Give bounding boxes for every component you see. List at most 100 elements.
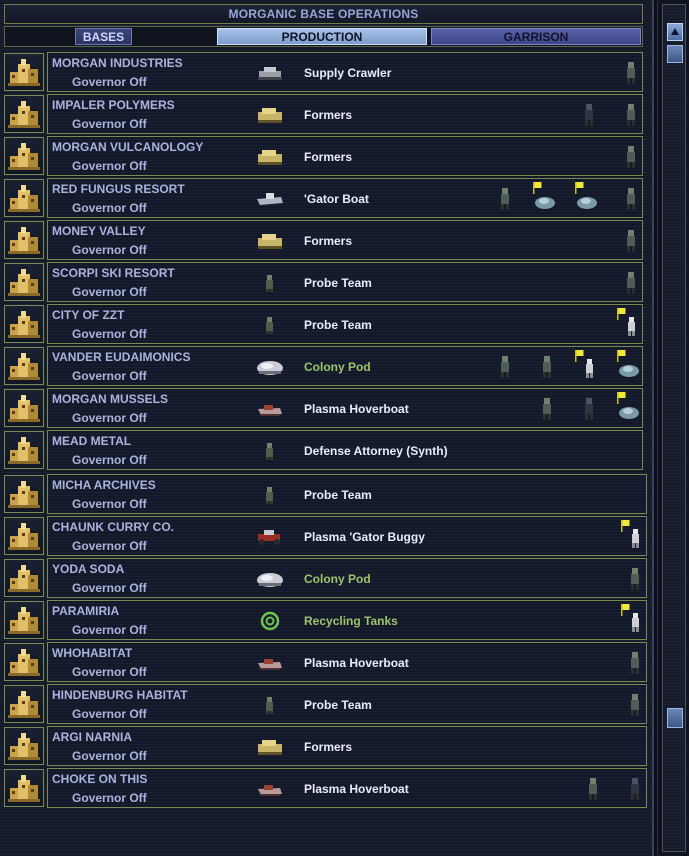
base-icon[interactable] <box>4 517 44 555</box>
base-icon[interactable] <box>4 305 44 343</box>
garrison-unit-icon[interactable] <box>624 145 638 169</box>
base-row-panel[interactable]: HINDENBURG HABITAT Governor Off Probe Team <box>47 684 647 724</box>
production-item[interactable]: Colony Pod <box>304 572 371 586</box>
base-icon[interactable] <box>4 559 44 597</box>
base-icon[interactable] <box>4 263 44 301</box>
base-icon[interactable] <box>4 685 44 723</box>
base-row[interactable]: YODA SODA Governor Off Colony Pod <box>4 558 647 598</box>
base-icon[interactable] <box>4 179 44 217</box>
base-row-panel[interactable]: PARAMIRIA Governor Off Recycling Tanks <box>47 600 647 640</box>
governor-status[interactable]: Governor Off <box>72 243 147 257</box>
base-icon[interactable] <box>4 643 44 681</box>
base-row-panel[interactable]: RED FUNGUS RESORT Governor Off 'Gator Boat <box>47 178 643 218</box>
base-icon[interactable] <box>4 727 44 765</box>
garrison-unit-icon[interactable] <box>618 519 642 549</box>
base-icon[interactable] <box>4 53 44 91</box>
garrison-unit-icon[interactable] <box>624 271 638 295</box>
garrison-unit-icon[interactable] <box>498 187 512 211</box>
base-row[interactable]: MORGAN MUSSELS Governor Off Plasma Hoverbo… <box>4 388 643 428</box>
production-item[interactable]: Colony Pod <box>304 360 371 374</box>
base-row-panel[interactable]: VANDER EUDAIMONICS Governor Off Colony Pod <box>47 346 643 386</box>
scroll-thumb[interactable] <box>667 708 683 728</box>
base-row-panel[interactable]: MICHA ARCHIVES Governor Off Probe Team <box>47 474 647 514</box>
garrison-unit-icon[interactable] <box>572 349 596 379</box>
base-row[interactable]: WHOHABITAT Governor Off Plasma Hoverboat <box>4 642 647 682</box>
base-row-panel[interactable]: MONEY VALLEY Governor Off Formers <box>47 220 643 260</box>
governor-status[interactable]: Governor Off <box>72 201 147 215</box>
base-row-panel[interactable]: CHOKE ON THIS Governor Off Plasma Hoverboa… <box>47 768 647 808</box>
governor-status[interactable]: Governor Off <box>72 453 147 467</box>
base-row-panel[interactable]: MORGAN INDUSTRIES Governor Off Supply Craw… <box>47 52 643 92</box>
production-item[interactable]: Formers <box>304 150 352 164</box>
base-row[interactable]: MONEY VALLEY Governor Off Formers <box>4 220 643 260</box>
base-icon[interactable] <box>4 137 44 175</box>
governor-status[interactable]: Governor Off <box>72 791 147 805</box>
production-item[interactable]: Formers <box>304 108 352 122</box>
scrollbar[interactable] <box>657 0 689 856</box>
base-row[interactable]: MORGAN VULCANOLOGY Governor Off Formers <box>4 136 643 176</box>
base-row[interactable]: IMPALER POLYMERS Governor Off Formers <box>4 94 643 134</box>
production-item[interactable]: Defense Attorney (Synth) <box>304 444 448 458</box>
production-item[interactable]: Supply Crawler <box>304 66 391 80</box>
base-row-panel[interactable]: IMPALER POLYMERS Governor Off Formers <box>47 94 643 134</box>
base-icon[interactable] <box>4 347 44 385</box>
governor-status[interactable]: Governor Off <box>72 581 147 595</box>
base-row[interactable]: HINDENBURG HABITAT Governor Off Probe Team <box>4 684 647 724</box>
governor-status[interactable]: Governor Off <box>72 75 147 89</box>
base-row-panel[interactable]: MORGAN MUSSELS Governor Off Plasma Hoverbo… <box>47 388 643 428</box>
base-icon[interactable] <box>4 389 44 427</box>
base-icon[interactable] <box>4 769 44 807</box>
garrison-unit-icon[interactable] <box>582 103 596 127</box>
base-row[interactable]: CHAUNK CURRY CO. Governor Off Plasma 'Gato… <box>4 516 647 556</box>
production-item[interactable]: Probe Team <box>304 488 372 502</box>
garrison-unit-icon[interactable] <box>530 181 555 211</box>
base-row-panel[interactable]: WHOHABITAT Governor Off Plasma Hoverboat <box>47 642 647 682</box>
production-item[interactable]: Probe Team <box>304 318 372 332</box>
base-icon[interactable] <box>4 601 44 639</box>
garrison-unit-icon[interactable] <box>624 229 638 253</box>
base-row-panel[interactable]: MORGAN VULCANOLOGY Governor Off Formers <box>47 136 643 176</box>
governor-status[interactable]: Governor Off <box>72 707 147 721</box>
garrison-unit-icon[interactable] <box>614 391 639 421</box>
base-icon[interactable] <box>4 431 44 469</box>
base-row[interactable]: MORGAN INDUSTRIES Governor Off Supply Craw… <box>4 52 643 92</box>
production-item[interactable]: 'Gator Boat <box>304 192 369 206</box>
governor-status[interactable]: Governor Off <box>72 749 147 763</box>
base-row[interactable]: CHOKE ON THIS Governor Off Plasma Hoverboa… <box>4 768 647 808</box>
scroll-top-handle[interactable] <box>667 45 683 63</box>
garrison-unit-icon[interactable] <box>614 307 638 337</box>
base-row-panel[interactable]: CITY OF ZZT Governor Off Probe Team <box>47 304 643 344</box>
governor-status[interactable]: Governor Off <box>72 159 147 173</box>
base-icon[interactable] <box>4 95 44 133</box>
base-row[interactable]: MICHA ARCHIVES Governor Off Probe Team <box>4 474 647 514</box>
production-item[interactable]: Plasma Hoverboat <box>304 402 409 416</box>
garrison-unit-icon[interactable] <box>624 103 638 127</box>
base-row-panel[interactable]: YODA SODA Governor Off Colony Pod <box>47 558 647 598</box>
garrison-unit-icon[interactable] <box>498 355 512 379</box>
production-item[interactable]: Plasma Hoverboat <box>304 656 409 670</box>
garrison-unit-icon[interactable] <box>614 349 639 379</box>
garrison-unit-icon[interactable] <box>586 777 600 801</box>
production-item[interactable]: Plasma Hoverboat <box>304 782 409 796</box>
garrison-unit-icon[interactable] <box>628 651 642 675</box>
scroll-up-button[interactable] <box>667 23 683 41</box>
governor-status[interactable]: Governor Off <box>72 411 147 425</box>
governor-status[interactable]: Governor Off <box>72 327 147 341</box>
governor-status[interactable]: Governor Off <box>72 285 147 299</box>
governor-status[interactable]: Governor Off <box>72 539 147 553</box>
tab-bases[interactable]: BASES <box>75 28 132 45</box>
base-row[interactable]: ARGI NARNIA Governor Off Formers <box>4 726 647 766</box>
governor-status[interactable]: Governor Off <box>72 665 147 679</box>
garrison-unit-icon[interactable] <box>572 181 597 211</box>
base-row-panel[interactable]: ARGI NARNIA Governor Off Formers <box>47 726 647 766</box>
base-row[interactable]: RED FUNGUS RESORT Governor Off 'Gator Boat <box>4 178 643 218</box>
production-item[interactable]: Recycling Tanks <box>304 614 398 628</box>
base-row[interactable]: SCORPI SKI RESORT Governor Off Probe Team <box>4 262 643 302</box>
base-row[interactable]: CITY OF ZZT Governor Off Probe Team <box>4 304 643 344</box>
garrison-unit-icon[interactable] <box>628 777 642 801</box>
base-row[interactable]: PARAMIRIA Governor Off Recycling Tanks <box>4 600 647 640</box>
base-row[interactable]: MEAD METAL Governor Off Defense Attorney (… <box>4 430 643 470</box>
garrison-unit-icon[interactable] <box>618 603 642 633</box>
garrison-unit-icon[interactable] <box>624 187 638 211</box>
production-item[interactable]: Probe Team <box>304 698 372 712</box>
